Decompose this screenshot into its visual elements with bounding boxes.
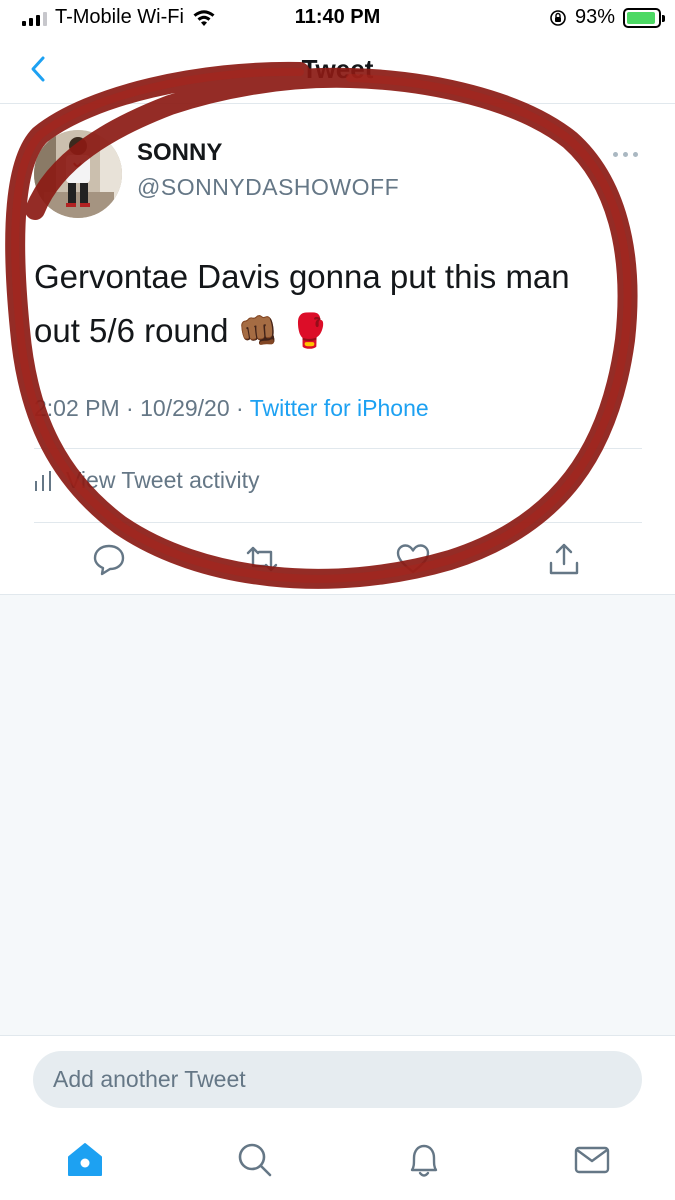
page-title: Tweet — [301, 54, 374, 84]
tweet-detail: SONNY @SONNYDASHOWOFF Gervontae Davis go… — [0, 105, 675, 595]
tweet-emoji: 👊🏾 🥊 — [237, 311, 331, 350]
avatar-photo — [34, 130, 122, 218]
messages-icon — [574, 1146, 610, 1174]
more-dot — [623, 151, 628, 157]
replies-area — [0, 595, 675, 1035]
tweet-text-line-2: out 5/6 round 👊🏾 🥊 — [34, 304, 634, 358]
more-dot — [613, 151, 618, 157]
tab-notifications[interactable] — [404, 1140, 444, 1180]
like-button[interactable] — [395, 541, 431, 577]
battery-icon — [623, 7, 665, 28]
add-tweet-input[interactable] — [33, 1051, 642, 1108]
divider — [34, 448, 642, 449]
bar-chart-icon — [35, 470, 51, 491]
retweet-icon — [246, 546, 278, 572]
status-bar: T-Mobile Wi-Fi 11:40 PM 93% — [0, 0, 675, 38]
view-tweet-activity-link[interactable]: View Tweet activity — [34, 467, 259, 494]
tab-search[interactable] — [235, 1140, 275, 1180]
author-name[interactable]: SONNY — [137, 139, 222, 167]
tab-bar — [0, 1136, 675, 1191]
meta-separator: · — [236, 395, 244, 421]
tweet-source-link[interactable]: Twitter for iPhone — [250, 395, 429, 421]
battery-percent: 93% — [574, 6, 615, 28]
tweet-text: Gervontae Davis gonna put this man out 5… — [34, 250, 634, 358]
nav-bar: Tweet — [0, 38, 675, 104]
tweet-actions — [0, 537, 675, 587]
status-right: 93% — [549, 6, 665, 29]
tab-home[interactable] — [65, 1140, 105, 1180]
author-handle[interactable]: @SONNYDASHOWOFF — [137, 174, 399, 201]
share-icon — [549, 543, 579, 575]
home-icon — [68, 1143, 102, 1176]
meta-separator: · — [126, 395, 134, 421]
orientation-lock-icon — [550, 9, 566, 26]
tweet-time: 2:02 PM — [34, 395, 120, 421]
tweet-text-line-1: Gervontae Davis gonna put this man — [34, 258, 570, 295]
reply-icon — [93, 544, 125, 576]
share-button[interactable] — [546, 541, 582, 577]
tweet-date: 10/29/20 — [140, 395, 230, 421]
search-icon — [238, 1143, 272, 1177]
notifications-icon — [410, 1144, 438, 1177]
tab-messages[interactable] — [572, 1140, 612, 1180]
more-dot — [633, 151, 638, 157]
more-options-button[interactable] — [613, 147, 641, 161]
activity-label: View Tweet activity — [66, 467, 260, 493]
heart-icon — [396, 544, 430, 574]
divider — [34, 522, 642, 523]
tweet-text-line-2-words: out 5/6 round — [34, 312, 229, 349]
reply-button[interactable] — [91, 541, 127, 577]
bottom-bar — [0, 1035, 675, 1200]
avatar[interactable] — [34, 130, 122, 218]
retweet-button[interactable] — [244, 541, 280, 577]
tweet-meta: 2:02 PM · 10/29/20 · Twitter for iPhone — [34, 395, 429, 422]
